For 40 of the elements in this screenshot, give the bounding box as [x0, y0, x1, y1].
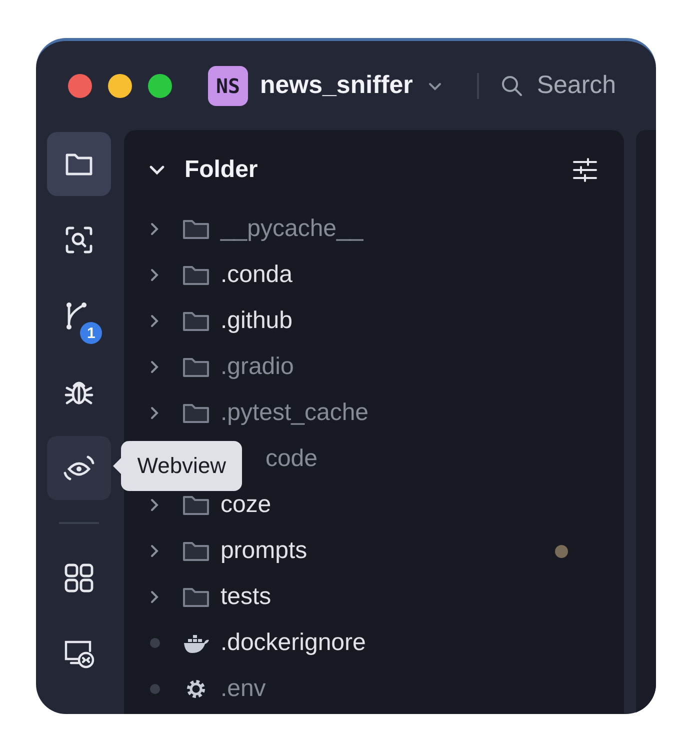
file-name[interactable]: prompts: [220, 537, 308, 565]
tooltip: Webview: [121, 441, 242, 491]
maximize-button[interactable]: [148, 74, 172, 98]
tooltip-pointer: [113, 458, 122, 474]
scan-search-icon: [64, 225, 94, 255]
file-name[interactable]: .env: [220, 675, 266, 703]
file-name[interactable]: code: [265, 445, 318, 473]
folder-icon: [64, 151, 94, 177]
file-name[interactable]: .dockerignore: [220, 629, 366, 657]
file-name[interactable]: __pycache__: [220, 215, 364, 243]
folder-icon: [182, 355, 210, 379]
eye-icon: [63, 453, 96, 483]
file-name[interactable]: .github: [220, 307, 292, 335]
bullet-icon: [148, 636, 162, 650]
file-name[interactable]: .gradio: [220, 353, 294, 381]
close-button[interactable]: [68, 74, 92, 98]
grid-icon: [64, 563, 94, 593]
folder-icon: [182, 401, 210, 425]
folder-icon: [182, 217, 210, 241]
folder-icon: [182, 493, 210, 517]
count-badge: 1: [80, 322, 102, 344]
file-name[interactable]: tests: [220, 583, 272, 611]
folder-tool-button[interactable]: [47, 132, 112, 196]
project-name[interactable]: news_sniffer: [260, 71, 413, 100]
bullet-icon: [148, 682, 162, 696]
search-label[interactable]: Search: [536, 71, 616, 100]
project-avatar: NS: [208, 66, 248, 106]
file-name[interactable]: coze: [220, 491, 272, 519]
folder-icon: [182, 539, 210, 563]
git-tool-button[interactable]: 1: [47, 284, 112, 348]
file-name[interactable]: .pytest_cache: [220, 399, 369, 427]
sliders-icon[interactable]: [572, 158, 598, 182]
monitor-icon: [63, 639, 96, 669]
search-icon[interactable]: [500, 74, 523, 96]
folder-icon: [182, 263, 210, 287]
file-name[interactable]: .conda: [220, 261, 292, 289]
minimize-button[interactable]: [108, 74, 132, 98]
panel-title: Folder: [184, 156, 258, 184]
folder-icon: [182, 585, 210, 609]
folder-icon: [182, 309, 210, 333]
